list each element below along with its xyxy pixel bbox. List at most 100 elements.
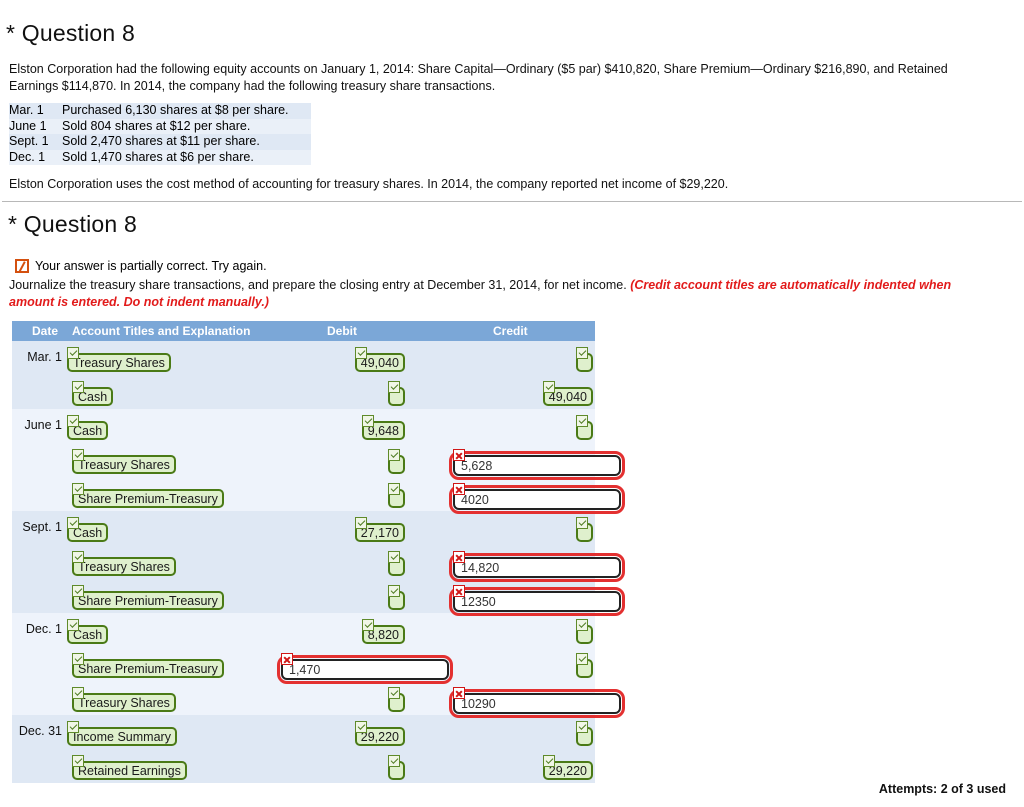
debit-input[interactable] [388, 687, 405, 717]
account-title-select[interactable]: Share Premium-Treasury [72, 653, 224, 678]
instruction-plain: Journalize the treasury share transactio… [9, 278, 631, 292]
debit-input[interactable] [388, 551, 405, 581]
transaction-row: Dec. 1 Sold 1,470 shares at $6 per share. [9, 149, 311, 165]
correct-check-icon [388, 483, 400, 495]
correct-check-icon [67, 619, 79, 631]
credit-input[interactable] [576, 347, 593, 377]
debit-input[interactable]: 8,820 [361, 619, 405, 644]
credit-input[interactable]: 49,040 [542, 381, 593, 406]
transaction-row: June 1 Sold 804 shares at $12 per share. [9, 118, 311, 134]
treasury-transactions-list: Mar. 1 Purchased 6,130 shares at $8 per s… [9, 103, 311, 165]
account-title-select[interactable]: Cash [67, 517, 109, 542]
credit-input[interactable] [576, 653, 593, 683]
account-title-select-value: Retained Earnings [72, 761, 187, 780]
credit-input[interactable] [576, 619, 593, 649]
account-title-select[interactable]: Treasury Shares [67, 347, 171, 372]
debit-input[interactable] [388, 381, 405, 411]
credit-input[interactable] [576, 415, 593, 445]
attempts-counter: Attempts: 2 of 3 used [878, 782, 1006, 796]
debit-input[interactable]: 29,220 [354, 721, 405, 746]
correct-check-icon [67, 721, 79, 733]
entry-date [12, 579, 62, 588]
account-title-select[interactable]: Income Summary [67, 721, 177, 746]
incorrect-x-icon [453, 483, 465, 495]
account-title-select[interactable]: Treasury Shares [72, 687, 176, 712]
correct-check-icon [388, 551, 400, 563]
account-title-select[interactable]: Retained Earnings [72, 755, 187, 780]
credit-input[interactable] [576, 721, 593, 751]
entry-date [12, 749, 62, 758]
entry-date: Dec. 1 [25, 622, 62, 636]
incorrect-x-icon [453, 551, 465, 563]
entry-date [12, 443, 62, 452]
entry-date [12, 681, 62, 690]
table-row: Retained Earnings 29,220 [12, 749, 595, 783]
correct-check-icon [354, 347, 367, 359]
table-row: Treasury Shares 5,628 [12, 443, 625, 480]
credit-input[interactable]: 14,820 [449, 551, 625, 582]
correct-check-icon [388, 755, 400, 767]
credit-input[interactable]: 10290 [449, 687, 625, 718]
debit-input[interactable]: 49,040 [354, 347, 405, 372]
journal-entry-table: Date Account Titles and Explanation Debi… [12, 321, 625, 783]
credit-input[interactable]: 4020 [449, 483, 625, 514]
account-title-select-value: Treasury Shares [72, 455, 176, 474]
account-title-select-value: Income Summary [67, 727, 177, 746]
incorrect-x-icon [281, 653, 293, 665]
account-title-select[interactable]: Cash [67, 415, 109, 440]
table-row: Cash 49,040 [12, 375, 595, 409]
debit-input[interactable] [388, 585, 405, 615]
feedback-banner: Your answer is partially correct. Try ag… [15, 259, 267, 273]
column-header-date: Date [31, 324, 58, 338]
credit-input-value[interactable]: 12350 [449, 587, 625, 616]
transaction-date: Dec. 1 [9, 149, 46, 164]
entry-date: Mar. 1 [27, 350, 62, 364]
table-row: Treasury Shares 14,820 [12, 545, 625, 582]
transaction-date: June 1 [9, 118, 47, 133]
debit-input[interactable] [388, 449, 405, 479]
transaction-description: Sold 1,470 shares at $6 per share. [62, 149, 254, 164]
table-row: Mar. 1 Treasury Shares 49,040 [12, 341, 595, 375]
transaction-description: Sold 2,470 shares at $11 per share. [62, 134, 260, 148]
account-title-select[interactable]: Treasury Shares [72, 551, 176, 576]
correct-check-icon [67, 347, 79, 359]
debit-input[interactable]: 27,170 [354, 517, 405, 542]
credit-input-value[interactable]: 5,628 [449, 451, 625, 480]
account-title-select[interactable]: Cash [67, 619, 109, 644]
correct-check-icon [576, 347, 588, 359]
credit-input[interactable]: 29,220 [542, 755, 593, 780]
table-row: Sept. 1 Cash 27,170 [12, 511, 595, 545]
debit-input[interactable] [388, 483, 405, 513]
debit-input[interactable]: 1,470 [277, 653, 453, 684]
journal-entry-group: Dec. 31 Income Summary 29,220 Retained Earn… [12, 715, 595, 783]
account-title-select[interactable]: Share Premium-Treasury [72, 585, 224, 610]
account-title-select[interactable]: Cash [72, 381, 114, 406]
account-title-select[interactable]: Share Premium-Treasury [72, 483, 224, 508]
account-title-select[interactable]: Treasury Shares [72, 449, 176, 474]
debit-input[interactable] [388, 755, 405, 785]
credit-input-value[interactable]: 4020 [449, 485, 625, 514]
table-row: Dec. 31 Income Summary 29,220 [12, 715, 595, 749]
correct-check-icon [361, 415, 374, 427]
correct-check-icon [67, 415, 79, 427]
debit-input-value[interactable]: 1,470 [277, 655, 453, 684]
credit-input[interactable]: 12350 [449, 585, 625, 616]
account-title-select-value: Treasury Shares [67, 353, 171, 372]
correct-check-icon [388, 449, 400, 461]
credit-input[interactable] [576, 517, 593, 547]
debit-input[interactable]: 9,648 [361, 415, 405, 440]
feedback-text: Your answer is partially correct. Try ag… [35, 259, 267, 273]
credit-input[interactable]: 5,628 [449, 449, 625, 480]
journal-entry-group: Mar. 1 Treasury Shares 49,040 Cash 49,040 [12, 341, 595, 409]
cost-method-note: Elston Corporation uses the cost method … [9, 177, 729, 191]
assignment-page: * Question 8 Elston Corporation had the … [0, 0, 1024, 807]
table-row: Share Premium-Treasury 12350 [12, 579, 625, 616]
table-row: Share Premium-Treasury 4020 [12, 477, 625, 514]
entry-date: Sept. 1 [22, 520, 62, 534]
correct-check-icon [72, 483, 84, 495]
correct-check-icon [542, 381, 555, 393]
credit-input-value[interactable]: 10290 [449, 689, 625, 718]
credit-input-value[interactable]: 14,820 [449, 553, 625, 582]
transaction-row: Sept. 1 Sold 2,470 shares at $11 per shar… [9, 134, 311, 150]
correct-check-icon [72, 449, 84, 461]
